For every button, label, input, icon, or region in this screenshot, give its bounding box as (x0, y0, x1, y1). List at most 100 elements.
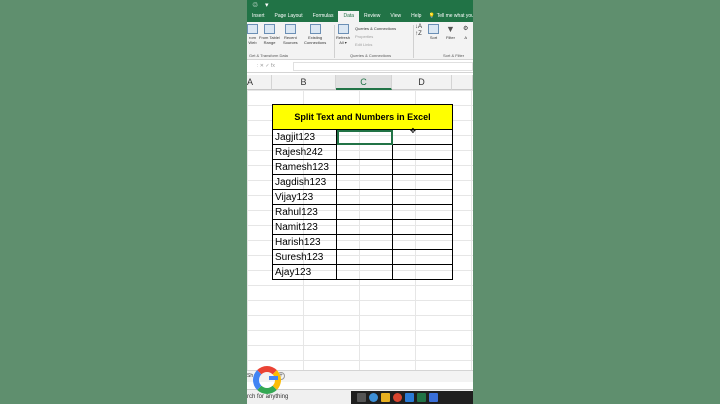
empty-cell[interactable] (336, 204, 393, 220)
move-cursor-icon: ✥ (410, 128, 416, 135)
app-icon[interactable] (429, 393, 438, 402)
store-icon[interactable] (405, 393, 414, 402)
empty-cell[interactable] (392, 249, 453, 265)
formula-controls: : ✕ ✓ fx (257, 63, 275, 69)
lightbulb-icon: 💡 (428, 13, 435, 19)
group-sort-filter: Sort & Filter (443, 53, 465, 58)
table-row: Ajay123 (272, 264, 453, 280)
tab-view[interactable]: View (385, 11, 406, 22)
table-row: Ramesh123 (272, 159, 453, 175)
table-row: Namit123 (272, 219, 453, 235)
autosave-icon[interactable]: ♲ (252, 1, 258, 10)
edge-icon[interactable] (369, 393, 378, 402)
tab-review[interactable]: Review (359, 11, 385, 22)
sort-az-button[interactable]: ↓A ↑Z (415, 24, 422, 38)
ribbon-tabs: Insert Page Layout Formulas Data Review … (247, 11, 473, 22)
name-cell[interactable]: Rahul123 (272, 204, 337, 220)
recent-sources-button[interactable]: Recent Sources (283, 24, 298, 45)
empty-cell[interactable] (392, 189, 453, 205)
tab-formulas[interactable]: Formulas (308, 11, 339, 22)
column-header-e[interactable] (452, 75, 473, 90)
empty-cell[interactable] (392, 159, 453, 175)
taskbar-apps (351, 391, 473, 404)
name-cell[interactable]: Ramesh123 (272, 159, 337, 175)
table-icon (264, 24, 276, 34)
empty-cell[interactable] (392, 144, 453, 160)
name-cell[interactable]: Harish123 (272, 234, 337, 250)
empty-cell[interactable] (392, 264, 453, 280)
tab-insert[interactable]: Insert (247, 11, 270, 22)
empty-cell[interactable] (336, 159, 393, 175)
table-row: Harish123 (272, 234, 453, 250)
empty-cell[interactable] (392, 219, 453, 235)
name-cell[interactable]: Namit123 (272, 219, 337, 235)
empty-cell[interactable] (336, 189, 393, 205)
from-table-button[interactable]: From Table/ Range (259, 24, 280, 45)
tell-me-box[interactable]: 💡 Tell me what you wa (426, 11, 473, 22)
name-cell[interactable]: Jagdish123 (272, 174, 337, 190)
name-cell[interactable]: Jagjit123 (272, 129, 337, 145)
windows-taskbar: rch for anything (247, 389, 473, 404)
properties-button[interactable]: Properties (355, 34, 373, 39)
sort-button[interactable]: Sort (428, 24, 439, 40)
taskbar-search[interactable]: rch for anything (247, 394, 288, 400)
task-view-icon[interactable] (357, 393, 366, 402)
title-cell[interactable]: Split Text and Numbers in Excel (272, 104, 453, 130)
filter-button[interactable]: ▼ Filter (446, 24, 455, 40)
formula-input[interactable] (293, 62, 473, 71)
empty-cell[interactable] (336, 234, 393, 250)
tab-data[interactable]: Data (338, 11, 360, 22)
chrome-icon[interactable] (393, 393, 402, 402)
table-row: Rahul123 (272, 204, 453, 220)
sort-icon (428, 24, 439, 34)
empty-cell[interactable] (336, 144, 393, 160)
column-header-b[interactable]: B (272, 75, 336, 90)
existing-connections-button[interactable]: Existing Connections (304, 24, 326, 45)
sort-az-icon: ↓A ↑Z (415, 24, 423, 37)
table-row: Jagjit123 (272, 129, 453, 145)
empty-cell[interactable] (336, 174, 393, 190)
file-explorer-icon[interactable] (381, 393, 390, 402)
group-get-transform: Get & Transform Data (249, 53, 288, 58)
tab-help[interactable]: Help (406, 11, 426, 22)
quick-access-icon[interactable]: ▾ (265, 1, 269, 10)
from-web-button[interactable]: rom Web (247, 24, 258, 45)
table-row: Suresh123 (272, 249, 453, 265)
queries-connections-button[interactable]: Queries & Connections (355, 26, 396, 31)
recent-sources-icon (284, 24, 296, 34)
name-cell[interactable]: Rajesh242 (272, 144, 337, 160)
edit-links-button[interactable]: Edit Links (355, 42, 372, 47)
column-header-c[interactable]: C (336, 75, 392, 90)
group-divider (334, 25, 335, 58)
empty-cell[interactable] (336, 219, 393, 235)
name-cell[interactable]: Vijay123 (272, 189, 337, 205)
empty-cell[interactable] (392, 174, 453, 190)
excel-window: ♲ ▾ Insert Page Layout Formulas Data Rev… (247, 0, 473, 404)
empty-cell[interactable] (392, 129, 453, 145)
tab-page-layout[interactable]: Page Layout (270, 11, 308, 22)
result-cell-active[interactable] (336, 129, 393, 145)
empty-cell[interactable] (392, 204, 453, 220)
advanced-filter-button[interactable]: ⚙ A (463, 24, 468, 40)
excel-taskbar-icon[interactable] (417, 393, 426, 402)
name-cell[interactable]: Ajay123 (272, 264, 337, 280)
empty-cell[interactable] (392, 234, 453, 250)
table-row: Split Text and Numbers in Excel (272, 104, 453, 130)
channel-logo-icon (253, 366, 281, 394)
tell-me-text: Tell me what you wa (436, 13, 473, 19)
web-icon (247, 24, 258, 34)
group-divider (413, 25, 414, 58)
connections-icon (309, 24, 321, 34)
table-row: Jagdish123 (272, 174, 453, 190)
title-bar: ♲ ▾ (247, 0, 473, 11)
empty-cell[interactable] (336, 249, 393, 265)
ribbon: rom Web From Table/ Range Recent Sources… (247, 22, 473, 60)
refresh-all-button[interactable]: Refresh All ▾ (336, 24, 350, 45)
group-queries-connections: Queries & Connections (350, 53, 392, 58)
empty-cell[interactable] (336, 264, 393, 280)
data-table: Split Text and Numbers in Excel Jagjit12… (272, 104, 453, 280)
column-header-d[interactable]: D (392, 75, 452, 90)
column-header-a[interactable]: A (247, 75, 272, 90)
advanced-icon: ⚙ (463, 26, 469, 32)
name-cell[interactable]: Suresh123 (272, 249, 337, 265)
